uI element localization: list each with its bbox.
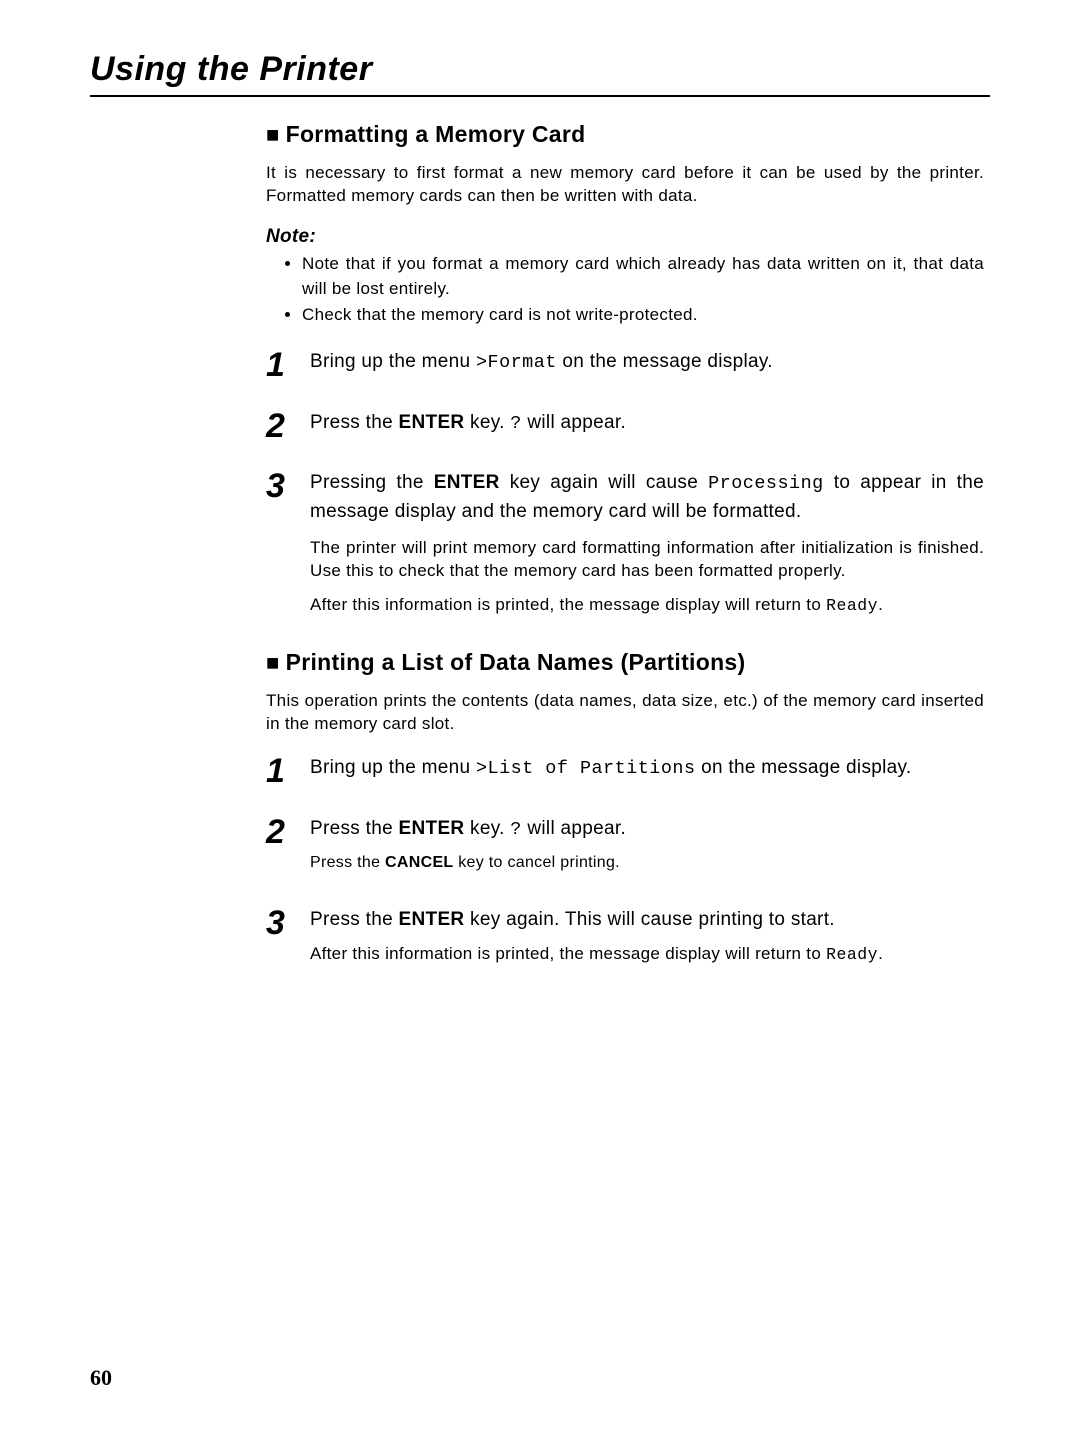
key-name: ENTER — [399, 909, 465, 930]
note-label: Note: — [266, 226, 984, 248]
step-number: 1 — [266, 348, 310, 387]
step-row: 3 Pressing the ENTER key again will caus… — [266, 469, 984, 627]
section-heading-partitions: ■Printing a List of Data Names (Partitio… — [266, 649, 984, 676]
key-name: ENTER — [399, 818, 465, 839]
section-heading-formatting: ■Formatting a Memory Card — [266, 121, 984, 148]
section-heading-text: Formatting a Memory Card — [286, 121, 586, 147]
step-number: 2 — [266, 815, 310, 884]
step-text: Bring up the menu >List of Partitions on… — [310, 754, 984, 783]
key-name: CANCEL — [385, 854, 453, 871]
step-subtext: Press the CANCEL key to cancel printing. — [310, 852, 984, 874]
display-code: Processing — [708, 473, 824, 494]
chapter-title: Using the Printer — [90, 50, 990, 95]
step-row: 1 Bring up the menu >List of Partitions … — [266, 754, 984, 793]
step-row: 2 Press the ENTER key. ? will appear. — [266, 409, 984, 448]
display-code: Ready — [826, 596, 878, 615]
display-code: Ready — [826, 945, 878, 964]
step-text: Bring up the menu >Format on the message… — [310, 348, 984, 377]
step-number: 3 — [266, 906, 310, 976]
display-code: ? — [510, 413, 522, 434]
step-row: 2 Press the ENTER key. ? will appear. Pr… — [266, 815, 984, 884]
step-subtext: After this information is printed, the m… — [310, 942, 984, 966]
key-name: ENTER — [399, 412, 465, 433]
section1-intro: It is necessary to first format a new me… — [266, 162, 984, 208]
key-name: ENTER — [434, 472, 500, 493]
step-text: Pressing the ENTER key again will cause … — [310, 469, 984, 525]
step-text: Press the ENTER key. ? will appear. — [310, 409, 984, 438]
step-number: 3 — [266, 469, 310, 627]
note-list: Note that if you format a memory card wh… — [266, 252, 984, 328]
step-text: Press the ENTER key again. This will cau… — [310, 906, 984, 934]
display-code: ? — [510, 819, 522, 840]
step-row: 3 Press the ENTER key again. This will c… — [266, 906, 984, 976]
section2-intro: This operation prints the contents (data… — [266, 690, 984, 736]
menu-code: >Format — [476, 352, 557, 373]
step-row: 1 Bring up the menu >Format on the messa… — [266, 348, 984, 387]
section-heading-text: Printing a List of Data Names (Partition… — [286, 649, 746, 675]
menu-code: >List of Partitions — [476, 758, 696, 779]
note-item: Note that if you format a memory card wh… — [302, 252, 984, 301]
square-bullet-icon: ■ — [266, 122, 280, 147]
step-number: 1 — [266, 754, 310, 793]
square-bullet-icon: ■ — [266, 650, 280, 675]
page-number: 60 — [90, 1365, 112, 1391]
note-item: Check that the memory card is not write-… — [302, 303, 984, 328]
chapter-divider — [90, 95, 990, 97]
step-text: Press the ENTER key. ? will appear. — [310, 815, 984, 844]
step-subtext: The printer will print memory card forma… — [310, 536, 984, 584]
step-number: 2 — [266, 409, 310, 448]
step-subtext: After this information is printed, the m… — [310, 593, 984, 617]
